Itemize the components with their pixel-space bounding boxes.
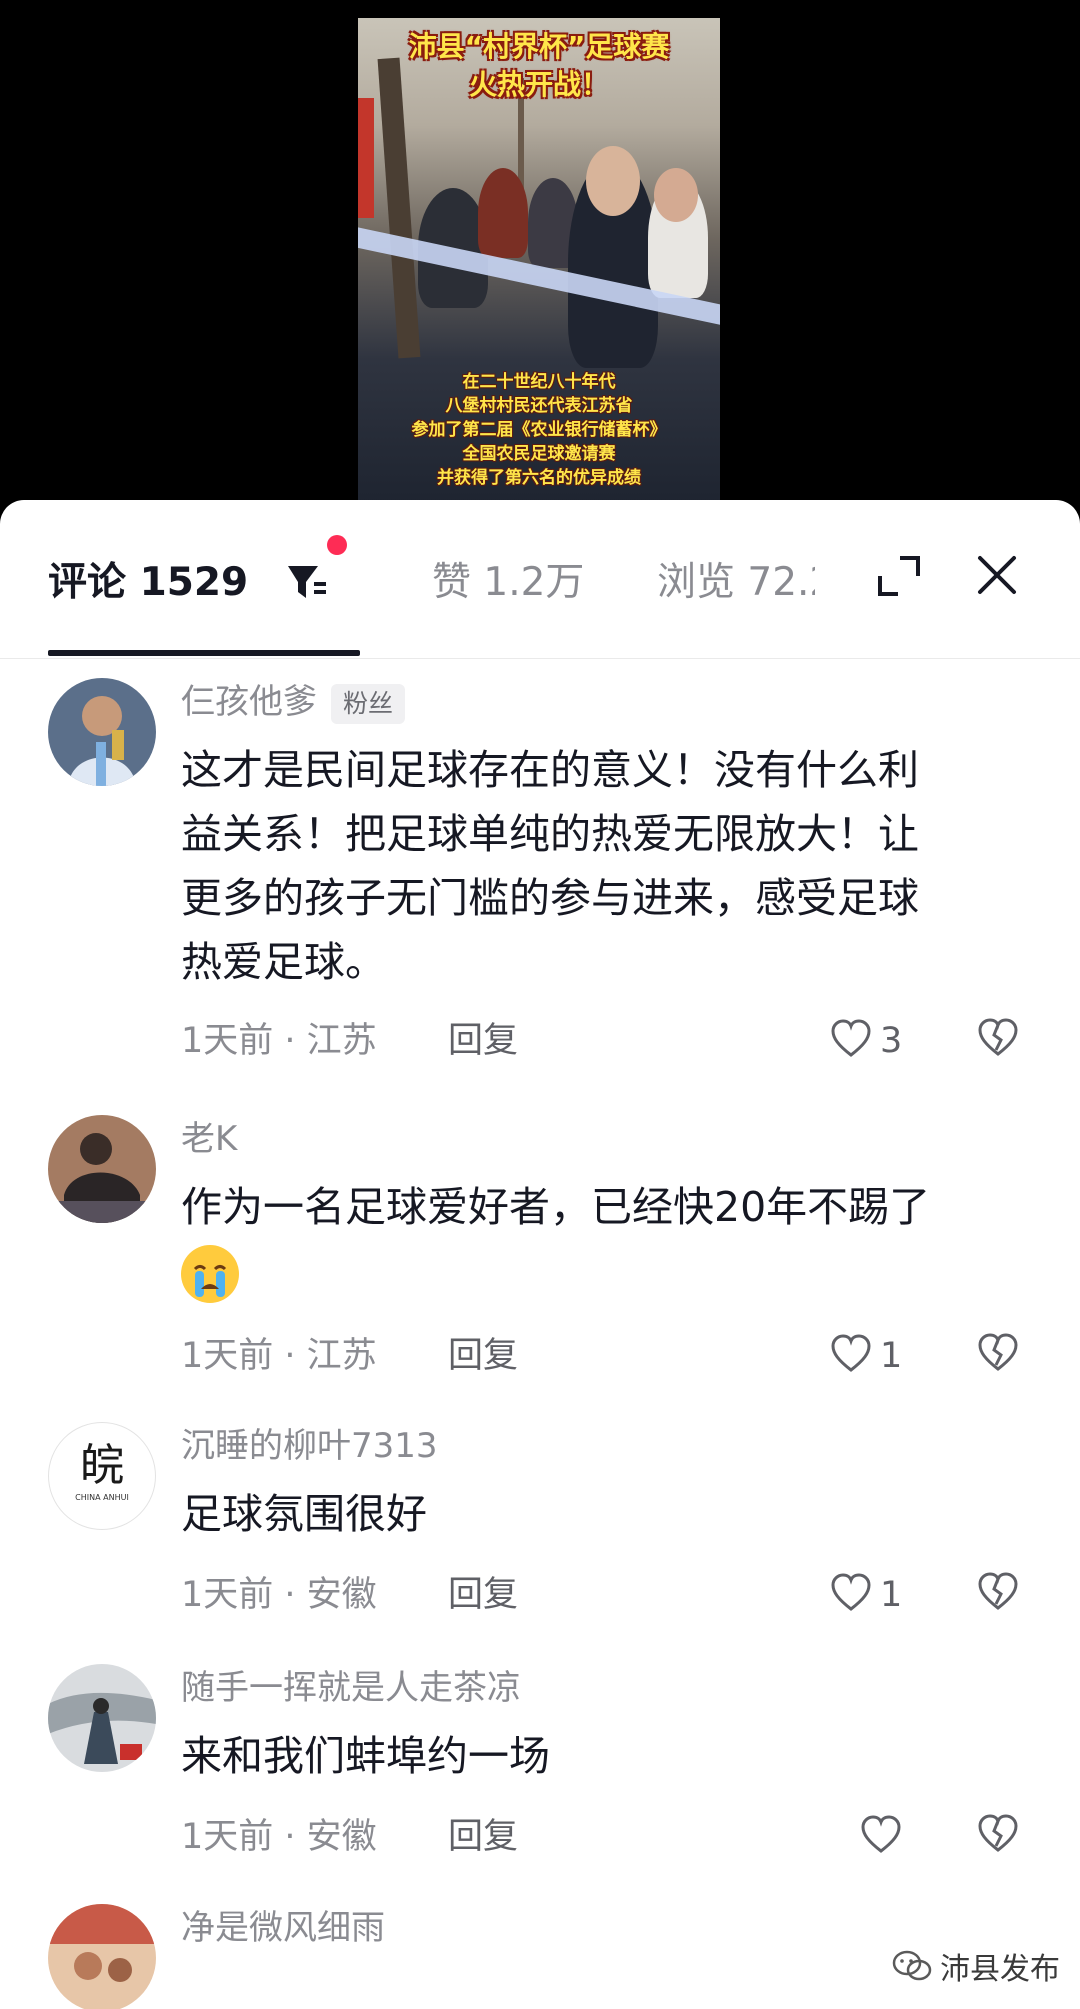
avatar[interactable] (48, 678, 156, 786)
avatar-logo-text: 皖 (80, 1440, 124, 1491)
comment-meta: 1天前 · 安徽 (181, 1817, 377, 1857)
comment-text-line: 作为一名足球爱好者，已经快20年不踢了 (181, 1183, 931, 1231)
heart-icon (860, 1815, 902, 1859)
like-count: 3 (880, 1021, 903, 1061)
caption-line: 并获得了第六名的优异成绩 (437, 468, 641, 488)
like-count: 1 (880, 1336, 903, 1376)
watermark-text: 沛县发布 (940, 1952, 1060, 1987)
caption-line: 八堡村村民还代表江苏省 (445, 396, 633, 416)
close-icon[interactable] (972, 550, 1022, 600)
avatar[interactable] (48, 1115, 156, 1223)
comment-text: 这才是民间足球存在的意义！没有什么利 益关系！把足球单纯的热爱无限放大！让 更多… (181, 738, 919, 994)
comment-text-line: 益关系！把足球单纯的热爱无限放大！让 (181, 810, 919, 858)
person-face (586, 146, 640, 216)
like-button[interactable]: 3 (830, 1018, 902, 1064)
video-title: 沛县“村界杯”足球赛 火热开战！ (358, 28, 720, 104)
account-watermark: 沛县发布 (892, 1944, 1060, 1988)
broken-heart-icon[interactable] (977, 1572, 1021, 1616)
broken-heart-icon[interactable] (977, 1333, 1021, 1377)
like-button[interactable] (860, 1814, 910, 1860)
reply-button[interactable]: 回复 (448, 1018, 518, 1064)
crowd-person (478, 168, 528, 258)
reply-button[interactable]: 回复 (448, 1333, 518, 1379)
comment-text-line: 来和我们蚌埠约一场 (181, 1732, 550, 1780)
caption-line: 参加了第二届《农业银行储蓄杯》 (411, 420, 667, 440)
active-tab-indicator (48, 650, 360, 656)
comment-text-line: 更多的孩子无门槛的参与进来，感受足球 (181, 874, 919, 922)
heart-icon (830, 1019, 872, 1063)
comment-author[interactable]: 随手一挥就是人走茶凉 (181, 1666, 521, 1710)
heart-icon (830, 1573, 872, 1617)
comment-meta: 1天前 · 江苏 (181, 1021, 377, 1061)
comment-meta: 1天前 · 江苏 (181, 1336, 377, 1376)
video-player[interactable]: 沛县“村界杯”足球赛 火热开战！ 在二十世纪八十年代 八堡村村民还代表江苏省 参… (0, 0, 1080, 520)
comment-text-line: 这才是民间足球存在的意义！没有什么利 (181, 746, 919, 794)
reply-button[interactable]: 回复 (448, 1572, 518, 1618)
title-line: 沛县“村界杯”足球赛 (408, 30, 670, 63)
caption-line: 在二十世纪八十年代 (462, 372, 616, 392)
tab-likes[interactable]: 赞 1.2万 (432, 558, 584, 608)
like-button[interactable]: 1 (830, 1333, 902, 1379)
crying-face-emoji (181, 1239, 930, 1303)
notification-dot (327, 535, 347, 555)
comment-item: 皖 CHINA ANHUI 沉睡的柳叶7313 足球氛围很好 1天前 · 安徽 … (0, 1422, 1080, 1622)
avatar[interactable]: 皖 CHINA ANHUI (48, 1422, 156, 1530)
comment-item: 仨孩他爹 粉丝 这才是民间足球存在的意义！没有什么利 益关系！把足球单纯的热爱无… (0, 678, 1080, 1061)
tab-comments[interactable]: 评论 1529 (48, 558, 248, 608)
comment-tab-bar: 评论 1529 赞 1.2万 浏览 72.2 (0, 500, 1080, 659)
red-flag-shape (358, 98, 374, 218)
person-face (654, 168, 698, 222)
comment-author[interactable]: 沉睡的柳叶7313 (181, 1424, 438, 1468)
like-button[interactable]: 1 (830, 1572, 902, 1618)
comment-text: 作为一名足球爱好者，已经快20年不踢了 (181, 1175, 930, 1303)
caption-line: 全国农民足球邀请赛 (462, 444, 616, 464)
broken-heart-icon[interactable] (977, 1018, 1021, 1062)
video-frame[interactable]: 沛县“村界杯”足球赛 火热开战！ 在二十世纪八十年代 八堡村村民还代表江苏省 参… (358, 18, 720, 506)
expand-icon[interactable] (876, 554, 922, 600)
reply-button[interactable]: 回复 (448, 1814, 518, 1860)
like-count: 1 (880, 1575, 903, 1615)
wechat-icon (892, 1950, 932, 1981)
comment-text-line: 足球氛围很好 (181, 1490, 427, 1538)
title-line: 火热开战！ (468, 68, 609, 101)
comment-author[interactable]: 老K (181, 1117, 237, 1161)
comment-text: 足球氛围很好 (181, 1482, 427, 1546)
comment-author[interactable]: 净是微风细雨 (181, 1906, 385, 1950)
avatar-logo-subtext: CHINA ANHUI (75, 1493, 129, 1502)
avatar[interactable] (48, 1664, 156, 1772)
comment-meta: 1天前 · 安徽 (181, 1575, 377, 1615)
comment-item: 老K 作为一名足球爱好者，已经快20年不踢了 1天前 · 江苏 回复 1 (0, 1115, 1080, 1376)
comment-text: 来和我们蚌埠约一场 (181, 1724, 550, 1788)
avatar[interactable] (48, 1904, 156, 2009)
video-caption: 在二十世纪八十年代 八堡村村民还代表江苏省 参加了第二届《农业银行储蓄杯》 全国… (358, 370, 720, 490)
fan-badge: 粉丝 (331, 684, 406, 724)
comment-text-line: 热爱足球。 (181, 938, 386, 986)
comment-item: 随手一挥就是人走茶凉 来和我们蚌埠约一场 1天前 · 安徽 回复 (0, 1664, 1080, 1864)
broken-heart-icon[interactable] (977, 1814, 1021, 1858)
comment-sheet: 评论 1529 赞 1.2万 浏览 72.2 (0, 500, 1080, 2009)
heart-icon (830, 1334, 872, 1378)
comment-author[interactable]: 仨孩他爹 (181, 680, 317, 724)
filter-icon[interactable] (284, 560, 330, 606)
tab-views[interactable]: 浏览 72.2 (657, 558, 815, 608)
